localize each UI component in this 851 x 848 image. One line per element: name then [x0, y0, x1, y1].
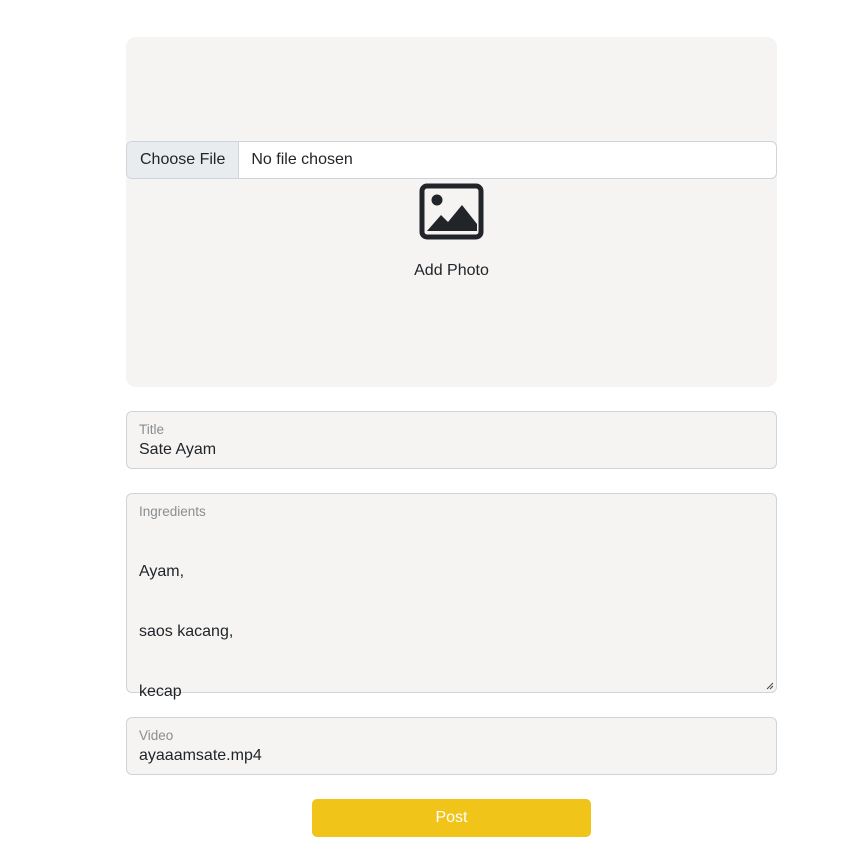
resize-handle-icon[interactable] [766, 682, 774, 690]
post-button[interactable]: Post [312, 799, 591, 837]
ingredient-line: kecap [139, 683, 182, 700]
file-input[interactable]: Choose File No file chosen [126, 141, 777, 179]
image-icon [419, 183, 484, 240]
video-field[interactable]: Video ayaaamsate.mp4 [126, 717, 777, 775]
video-label: Video [139, 728, 174, 743]
ingredients-label: Ingredients [139, 504, 206, 519]
video-value: ayaaamsate.mp4 [139, 747, 262, 764]
ingredients-textarea[interactable]: Ingredients Ayam, saos kacang, kecap [126, 493, 777, 700]
ingredients-value: Ayam, saos kacang, kecap [139, 522, 233, 742]
add-photo-label: Add Photo [414, 262, 489, 279]
title-label: Title [139, 422, 165, 437]
ingredient-line: saos kacang, [139, 623, 234, 640]
file-status-text: No file chosen [251, 151, 353, 168]
ingredient-line: Ayam, [139, 563, 185, 580]
title-value: Sate Ayam [139, 441, 217, 458]
choose-file-button[interactable]: Choose File [127, 142, 240, 178]
title-field[interactable]: Title Sate Ayam [126, 411, 777, 469]
